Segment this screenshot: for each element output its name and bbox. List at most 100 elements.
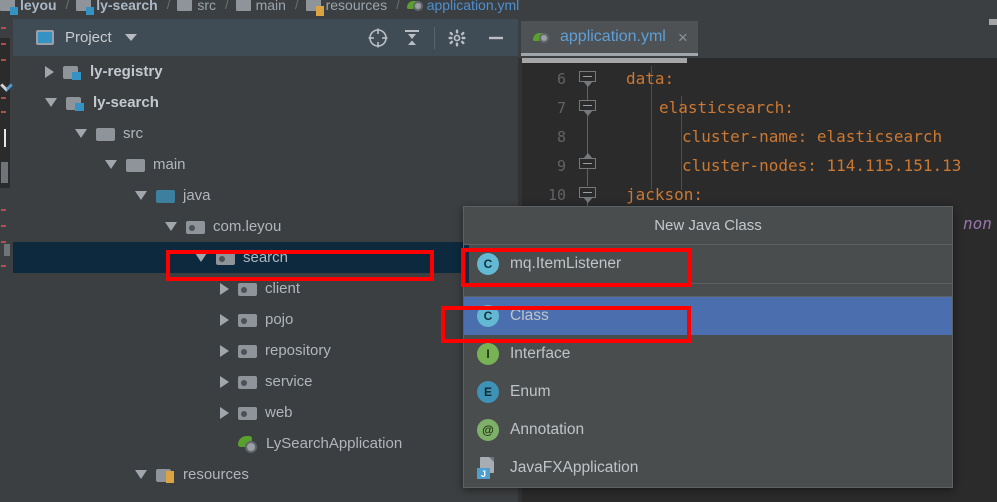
popup-item-javafxapplication[interactable]: J JavaFXApplication <box>464 449 952 487</box>
project-tree[interactable]: ly-registry ly-search src main java com.… <box>13 56 518 502</box>
fold-arrow-icon <box>583 197 593 203</box>
chevron-right-icon[interactable] <box>220 406 229 419</box>
fold-minus-icon[interactable] <box>579 158 596 169</box>
chevron-down-icon[interactable] <box>195 253 207 262</box>
popup-item-recent-mq-itemlistener[interactable]: C mq.ItemListener <box>464 245 952 284</box>
folder-icon <box>96 126 115 141</box>
tree-node-java[interactable]: java <box>13 180 518 211</box>
breadcrumb: leyou / ly-search / src / main / resourc… <box>0 0 997 19</box>
chevron-down-icon[interactable] <box>105 160 117 169</box>
hide-panel-icon[interactable] <box>474 19 518 56</box>
tree-node-main[interactable]: main <box>13 149 518 180</box>
chevron-right-icon[interactable] <box>220 313 229 326</box>
popup-item-label: mq.ItemListener <box>510 255 622 272</box>
enum-icon: E <box>477 381 499 403</box>
editor-tab-application-yml[interactable]: application.yml × <box>521 21 698 56</box>
chevron-right-icon[interactable] <box>45 65 54 78</box>
tree-node-com-leyou[interactable]: com.leyou <box>13 211 518 242</box>
fold-column[interactable] <box>566 87 610 128</box>
fold-column[interactable] <box>566 180 610 215</box>
breadcrumb-item-ly-search[interactable]: ly-search <box>76 0 158 19</box>
project-panel-title: Project <box>65 29 112 46</box>
tree-node-service[interactable]: service <box>13 366 518 397</box>
collapse-all-icon[interactable] <box>395 19 429 56</box>
tree-node-src[interactable]: src <box>13 118 518 149</box>
chevron-right-icon[interactable] <box>220 375 229 388</box>
code-horizontal-scrollbar[interactable] <box>522 58 687 63</box>
fold-arrow-icon <box>583 153 593 159</box>
popup-item-interface[interactable]: I Interface <box>464 335 952 373</box>
breadcrumb-separator: / <box>396 0 400 12</box>
editor-tabbar: application.yml × <box>518 19 997 58</box>
package-icon <box>238 374 257 389</box>
tree-node-label: resources <box>183 466 249 483</box>
popup-item-class[interactable]: C Class <box>464 297 952 335</box>
tree-node-resources[interactable]: resources <box>13 459 518 490</box>
source-folder-icon <box>156 188 175 203</box>
fold-column[interactable] <box>566 116 610 157</box>
chevron-right-icon[interactable] <box>220 282 229 295</box>
tree-node-client[interactable]: client <box>13 273 518 304</box>
tree-node-search[interactable]: search <box>13 242 518 273</box>
tree-node-ly-search[interactable]: ly-search <box>13 87 518 118</box>
package-icon <box>238 312 257 327</box>
new-java-class-popup[interactable]: New Java Class C mq.ItemListener C Class… <box>463 206 953 488</box>
tree-node-web[interactable]: web <box>13 397 518 428</box>
popup-title: New Java Class <box>464 207 952 245</box>
tree-node-label: web <box>265 404 293 421</box>
breadcrumb-item-application-yml[interactable]: application.yml <box>406 0 519 19</box>
error-marker <box>1 97 6 99</box>
chevron-down-icon[interactable] <box>45 98 57 107</box>
tree-node-ly-registry[interactable]: ly-registry <box>13 56 518 87</box>
breadcrumb-item-resources[interactable]: resources <box>305 0 388 19</box>
code-line-7: 7 elasticsearch: <box>518 87 997 128</box>
chevron-down-icon[interactable] <box>75 129 87 138</box>
ide-window: leyou / ly-search / src / main / resourc… <box>0 0 997 502</box>
folder-icon <box>126 157 145 172</box>
tree-node-label: ly-registry <box>90 63 163 80</box>
breadcrumb-item-leyou[interactable]: leyou <box>0 0 57 19</box>
tree-node-pojo[interactable]: pojo <box>13 304 518 335</box>
resources-folder-icon <box>156 467 175 483</box>
breadcrumb-label: src <box>197 0 216 13</box>
class-icon: C <box>477 305 499 327</box>
package-icon <box>186 219 205 234</box>
chevron-down-icon[interactable] <box>165 222 177 231</box>
code-line-6: 6 data: <box>518 64 997 99</box>
chevron-down-icon[interactable] <box>135 191 147 200</box>
javafx-badge-letter: J <box>477 468 490 479</box>
popup-item-annotation[interactable]: @ Annotation <box>464 411 952 449</box>
resources-folder-icon <box>305 0 324 16</box>
scrollbar-thumb-secondary[interactable] <box>4 244 10 256</box>
module-icon <box>76 0 95 15</box>
caret-cursor <box>4 129 6 147</box>
locate-icon[interactable] <box>361 19 395 56</box>
popup-item-enum[interactable]: E Enum <box>464 373 952 411</box>
tree-node-label: LySearchApplication <box>266 435 403 452</box>
chevron-right-icon[interactable] <box>220 344 229 357</box>
line-number: 9 <box>556 156 566 175</box>
line-number: 8 <box>556 127 566 146</box>
project-panel-toolbar <box>361 19 518 56</box>
settings-gear-icon[interactable] <box>440 19 474 56</box>
breadcrumb-label: main <box>255 0 286 13</box>
close-icon[interactable]: × <box>678 29 688 46</box>
breadcrumb-item-main[interactable]: main <box>235 0 286 19</box>
error-marker <box>1 265 6 267</box>
editor-vertical-scrollbar[interactable] <box>989 19 997 25</box>
scrollbar-thumb[interactable] <box>1 162 8 183</box>
module-icon <box>63 64 82 80</box>
chevron-down-icon[interactable] <box>124 34 137 41</box>
fold-column[interactable] <box>566 151 610 186</box>
breadcrumb-label: resources <box>325 0 388 13</box>
breadcrumb-separator: / <box>224 0 229 12</box>
breadcrumb-separator: / <box>294 0 299 12</box>
tree-node-label: repository <box>265 342 331 359</box>
tree-node-repository[interactable]: repository <box>13 335 518 366</box>
breadcrumb-item-src[interactable]: src <box>177 0 216 19</box>
tree-node-label: main <box>153 156 186 173</box>
javafx-application-icon: J <box>477 457 499 479</box>
fold-column[interactable] <box>566 64 610 99</box>
chevron-down-icon[interactable] <box>135 470 147 479</box>
tree-node-lysearchapplication[interactable]: LySearchApplication <box>13 428 518 459</box>
